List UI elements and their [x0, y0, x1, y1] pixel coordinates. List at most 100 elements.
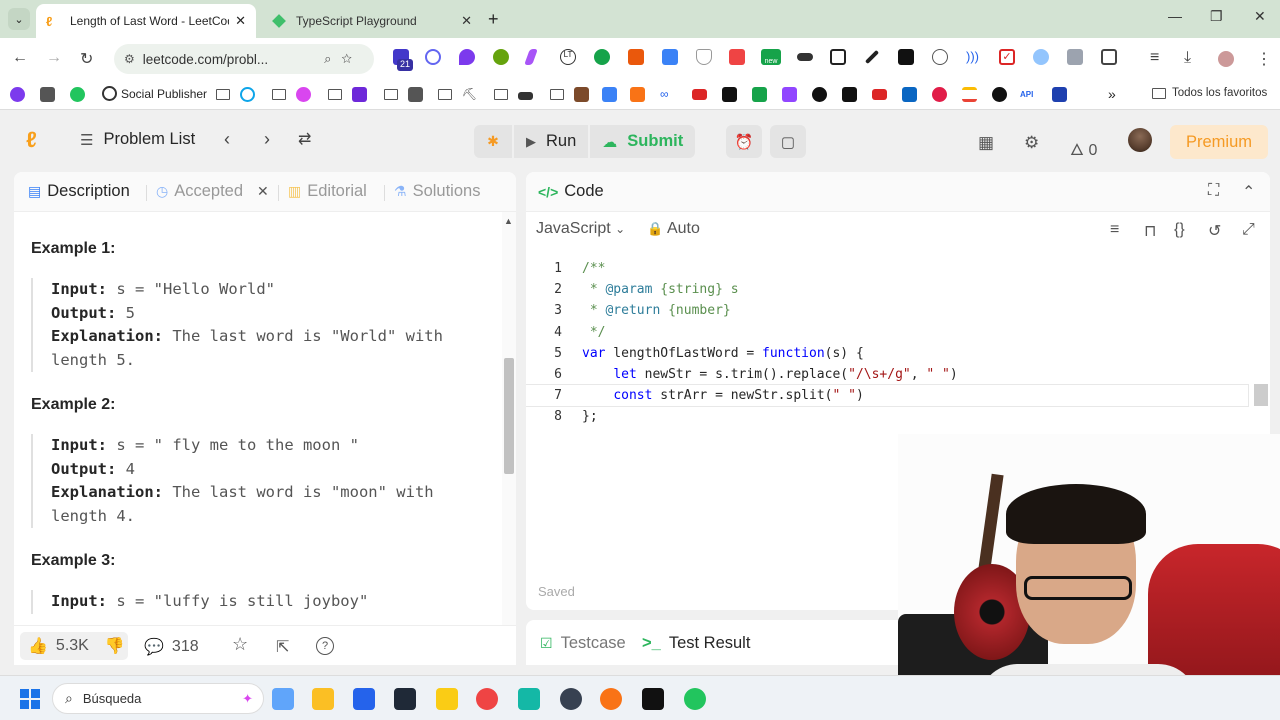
- user-avatar[interactable]: [1128, 128, 1152, 152]
- forward-arrow-icon[interactable]: →: [46, 49, 62, 67]
- browser-tab-leetcode[interactable]: ℓ Length of Last Word - LeetCode ✕: [36, 4, 256, 38]
- extension-waves-icon[interactable]: ))): [966, 49, 982, 65]
- format-lines-icon[interactable]: ≡: [1110, 221, 1119, 239]
- streak-counter[interactable]: 🜂 0: [1070, 132, 1097, 165]
- bookmark-folder-icon[interactable]: [494, 87, 509, 102]
- bookmark-chat-icon[interactable]: [296, 87, 311, 102]
- bookmark-social-publisher[interactable]: Social Publisher: [102, 86, 207, 101]
- taskbar-bolt-icon[interactable]: [518, 688, 540, 710]
- extension-ff-icon[interactable]: [898, 49, 914, 65]
- extension-search-icon[interactable]: [1033, 49, 1049, 65]
- tab-search-menu-button[interactable]: ⌄: [8, 8, 30, 30]
- taskbar-chrome-profile-icon[interactable]: [684, 688, 706, 710]
- tab-solutions[interactable]: ⚗ Solutions: [394, 182, 480, 201]
- like-dislike-group[interactable]: 👍 5.3K 👎: [20, 632, 128, 660]
- bookmark-purple-icon[interactable]: [352, 87, 367, 102]
- taskbar-search[interactable]: ⌕ Búsqueda ✦: [52, 683, 264, 714]
- bookmark-icon[interactable]: ⊓: [1144, 221, 1156, 241]
- taskbar-obs-icon[interactable]: [560, 688, 582, 710]
- close-tab-icon[interactable]: ✕: [257, 183, 269, 200]
- editor-scrollbar-thumb[interactable]: [1254, 384, 1268, 406]
- bookmark-meta-icon[interactable]: ∞: [660, 87, 680, 102]
- thumbs-down-icon[interactable]: 👎: [105, 636, 125, 656]
- thumbs-up-icon[interactable]: 👍: [28, 636, 48, 656]
- bookmark-folder-icon[interactable]: [272, 87, 287, 102]
- tab-test-result[interactable]: >_ Test Result: [642, 634, 750, 653]
- all-bookmarks-folder[interactable]: Todos los favoritos: [1152, 87, 1267, 99]
- leetcode-logo-icon[interactable]: ℓ: [26, 127, 37, 153]
- tab-list-icon[interactable]: ≡: [1150, 49, 1159, 67]
- bookmark-youtube-icon[interactable]: [872, 89, 887, 100]
- problem-list-button[interactable]: ☰ Problem List: [80, 130, 195, 149]
- browser-menu-icon[interactable]: ⋮: [1256, 49, 1272, 69]
- bookmark-cube-icon[interactable]: [630, 87, 645, 102]
- auto-mode-toggle[interactable]: 🔒 Auto: [647, 220, 700, 238]
- bookmark-tool-icon[interactable]: ⛏: [462, 87, 477, 102]
- extension-lt-icon[interactable]: LT: [560, 49, 576, 65]
- extension-ace-icon[interactable]: [729, 49, 745, 65]
- bookmark-gear-icon[interactable]: [240, 87, 255, 102]
- taskbar-file-explorer-icon[interactable]: [312, 688, 334, 710]
- download-icon[interactable]: ⤓: [1184, 49, 1191, 67]
- help-icon[interactable]: ?: [316, 637, 334, 655]
- next-problem-icon[interactable]: ›: [264, 129, 270, 150]
- bookmark-bag-icon[interactable]: [574, 87, 589, 102]
- bookmark-folder-icon[interactable]: [384, 87, 399, 102]
- bookmark-github-icon[interactable]: [992, 87, 1007, 102]
- bookmark-linkedin-icon[interactable]: [902, 87, 917, 102]
- notes-button[interactable]: ▢: [770, 125, 806, 158]
- bookmark-app-icon[interactable]: [40, 87, 55, 102]
- scroll-up-arrow-icon[interactable]: ▲: [504, 216, 513, 226]
- bookmark-u-icon[interactable]: [1052, 87, 1067, 102]
- settings-gear-icon[interactable]: ⚙: [1024, 133, 1039, 153]
- bookmark-folder-icon[interactable]: [216, 87, 231, 102]
- restore-window-icon[interactable]: ❐: [1210, 8, 1223, 25]
- extension-check-icon[interactable]: ✓: [999, 49, 1015, 65]
- language-select[interactable]: JavaScript ⌄: [536, 220, 625, 238]
- debug-button[interactable]: ✱: [474, 125, 512, 158]
- close-tab-icon[interactable]: ✕: [235, 13, 246, 29]
- profile-avatar[interactable]: [1218, 51, 1234, 67]
- reload-icon[interactable]: ↻: [80, 49, 93, 69]
- bookmark-car-icon[interactable]: [518, 92, 533, 100]
- star-icon[interactable]: ☆: [232, 634, 248, 655]
- reset-icon[interactable]: ↺: [1208, 221, 1221, 241]
- taskbar-chrome-icon[interactable]: [476, 688, 498, 710]
- bookmarks-overflow-icon[interactable]: »: [1108, 86, 1116, 102]
- bookmark-tiktok-icon[interactable]: [842, 87, 857, 102]
- bookmark-folder-icon[interactable]: [438, 87, 453, 102]
- expand-icon[interactable]: ⤢: [1242, 221, 1255, 239]
- extensions-puzzle-icon[interactable]: [1101, 49, 1117, 65]
- bookmark-twitch-icon[interactable]: [782, 87, 797, 102]
- braces-icon[interactable]: {}: [1174, 221, 1185, 239]
- tab-testcase[interactable]: ☑ Testcase: [540, 634, 626, 653]
- taskbar-pencil-icon[interactable]: [600, 688, 622, 710]
- bookmark-kick-icon[interactable]: [752, 87, 767, 102]
- random-problem-icon[interactable]: ⇄: [298, 129, 311, 149]
- code-editor[interactable]: 1/** 2 * @param {string} s 3 * @return {…: [526, 258, 1270, 428]
- address-bar[interactable]: ⚙ leetcode.com/probl... ⌕☆: [114, 44, 374, 74]
- share-icon[interactable]: ⇱: [276, 637, 289, 657]
- layout-grid-icon[interactable]: ▦: [978, 133, 994, 153]
- extension-globe-icon[interactable]: [932, 49, 948, 65]
- minimize-window-icon[interactable]: —: [1168, 8, 1182, 24]
- taskbar-widgets-icon[interactable]: [272, 688, 294, 710]
- tab-description[interactable]: ▤ Description: [28, 182, 130, 201]
- scrollbar-thumb[interactable]: [504, 358, 514, 474]
- extension-circle-icon[interactable]: [493, 49, 509, 65]
- taskbar-vscode-icon[interactable]: [353, 688, 375, 710]
- extension-leaf-icon[interactable]: [594, 49, 610, 65]
- address-actions-icon[interactable]: ⌕☆: [324, 51, 362, 67]
- extension-loop-icon[interactable]: [425, 49, 441, 65]
- bookmark-folder-icon[interactable]: [550, 87, 565, 102]
- bookmark-whatsapp-icon[interactable]: [70, 87, 85, 102]
- collapse-chevron-icon[interactable]: ⌃: [1242, 182, 1255, 202]
- prev-problem-icon[interactable]: ‹: [224, 129, 230, 150]
- close-window-icon[interactable]: ✕: [1254, 8, 1266, 25]
- bookmark-pinterest-icon[interactable]: [932, 87, 947, 102]
- extension-f-icon[interactable]: [662, 49, 678, 65]
- bookmark-api-icon[interactable]: API: [1020, 87, 1042, 102]
- bookmark-gmail-icon[interactable]: [962, 87, 977, 102]
- extension-drop-icon[interactable]: [459, 49, 475, 65]
- close-tab-icon[interactable]: ✕: [461, 13, 472, 29]
